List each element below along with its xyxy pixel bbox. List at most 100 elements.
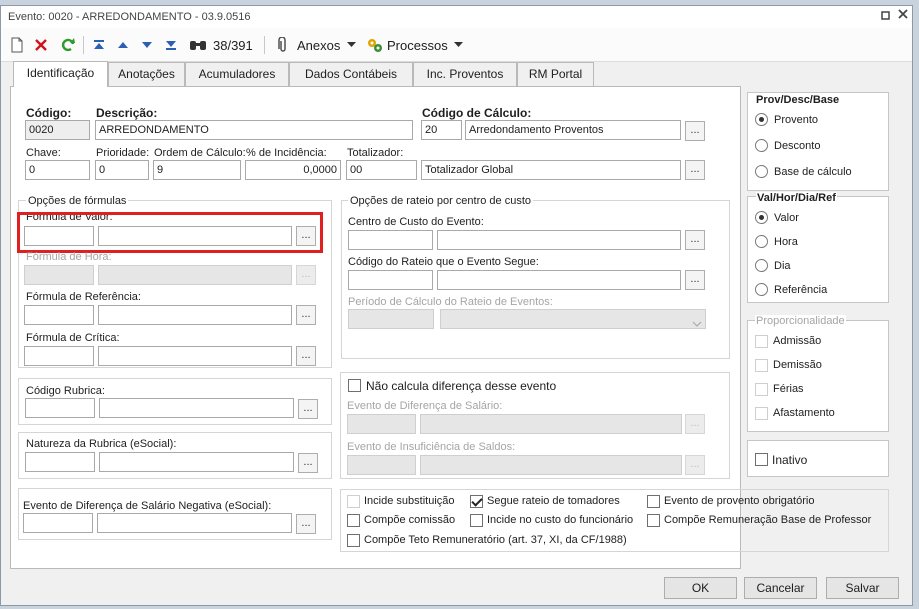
save-button[interactable]: Salvar — [826, 577, 899, 599]
chave-label: Chave: — [26, 147, 61, 159]
chave-field[interactable]: 0 — [25, 160, 90, 180]
referencia-label: Referência — [774, 284, 828, 296]
provento-radio[interactable] — [755, 113, 768, 126]
previous-record-icon[interactable] — [113, 34, 133, 56]
tab-identificacao[interactable]: Identificação — [13, 61, 108, 87]
delete-icon[interactable] — [31, 34, 51, 56]
prioridade-field[interactable]: 0 — [95, 160, 149, 180]
chevron-down-icon — [692, 316, 702, 330]
codigo-rateio-description-field[interactable] — [437, 270, 681, 290]
segue-rateio-checkbox[interactable] — [470, 495, 483, 508]
incide-custo-checkbox[interactable] — [470, 514, 483, 527]
cancel-button[interactable]: Cancelar — [744, 577, 817, 599]
centro-custo-description-field[interactable] — [437, 230, 681, 250]
ferias-checkbox — [755, 383, 768, 396]
evento-diferenca-negativa-code-field[interactable] — [23, 513, 93, 533]
compoe-remuneracao-label: Compõe Remuneração Base de Professor — [664, 514, 872, 526]
chevron-down-icon[interactable] — [452, 34, 464, 56]
desconto-label: Desconto — [774, 140, 821, 152]
demissao-label: Demissão — [773, 359, 822, 371]
new-document-icon[interactable] — [7, 34, 27, 56]
tab-acumuladores[interactable]: Acumuladores — [185, 62, 289, 86]
segue-rateio-label: Segue rateio de tomadores — [487, 495, 620, 507]
dia-radio[interactable] — [755, 259, 768, 272]
toolbar-separator — [83, 36, 84, 54]
ordem-calculo-field[interactable]: 9 — [153, 160, 241, 180]
evento-diferenca-negativa-lookup-button[interactable]: ... — [296, 514, 316, 534]
last-record-icon[interactable] — [161, 34, 181, 56]
valor-radio[interactable] — [755, 211, 768, 224]
restore-icon[interactable] — [881, 10, 891, 23]
codigo-calculo-lookup-button[interactable]: ... — [685, 121, 705, 141]
formula-critica-lookup-button[interactable]: ... — [296, 346, 316, 366]
gears-icon[interactable] — [365, 34, 385, 56]
binoculars-icon[interactable] — [187, 34, 209, 56]
periodo-rateio-label: Período de Cálculo do Rateio de Eventos: — [348, 296, 553, 308]
hora-radio[interactable] — [755, 235, 768, 248]
codigo-label: Código: — [26, 106, 72, 120]
ok-button[interactable]: OK — [664, 577, 737, 599]
evento-provento-obrigatorio-checkbox[interactable] — [647, 495, 660, 508]
totalizador-description: Totalizador Global — [421, 160, 681, 180]
first-record-icon[interactable] — [89, 34, 109, 56]
formula-referencia-code-field[interactable] — [24, 305, 94, 325]
chevron-down-icon[interactable] — [345, 34, 357, 56]
toolbar-separator — [264, 36, 265, 54]
refresh-icon[interactable] — [58, 34, 78, 56]
nao-calcula-diferenca-label: Não calcula diferença desse evento — [366, 379, 557, 393]
paperclip-icon[interactable] — [273, 34, 293, 56]
natureza-rubrica-label: Natureza da Rubrica (eSocial): — [26, 438, 177, 450]
tab-rm-portal[interactable]: RM Portal — [517, 62, 594, 86]
formulas-group-title: Opções de fórmulas — [26, 195, 129, 207]
codigo-rubrica-code-field[interactable] — [25, 398, 95, 418]
incidencia-field[interactable]: 0,0000 — [245, 160, 341, 180]
evento-insuficiencia-description-field — [420, 455, 682, 475]
formula-referencia-description-field[interactable] — [98, 305, 292, 325]
totalizador-lookup-button[interactable]: ... — [685, 160, 705, 180]
compoe-comissao-checkbox[interactable] — [347, 514, 360, 527]
centro-custo-lookup-button[interactable]: ... — [685, 230, 705, 250]
codigo-rubrica-lookup-button[interactable]: ... — [298, 399, 318, 419]
compoe-remuneracao-checkbox[interactable] — [647, 514, 660, 527]
evento-diferenca-negativa-description-field[interactable] — [97, 513, 292, 533]
desconto-radio[interactable] — [755, 139, 768, 152]
formula-hora-label: Fórmula de Hora: — [26, 251, 112, 263]
tab-anotacoes[interactable]: Anotações — [108, 62, 185, 86]
periodo-rateio-select — [440, 309, 706, 329]
val-hora-dia-ref-title: Val/Hor/Dia/Ref — [756, 192, 837, 204]
base-calculo-radio[interactable] — [755, 165, 768, 178]
totalizador-field[interactable]: 00 — [346, 160, 417, 180]
descricao-label: Descrição: — [96, 106, 158, 120]
processes-menu[interactable]: Processos — [387, 38, 448, 53]
codigo-rubrica-description-field[interactable] — [99, 398, 294, 418]
formula-referencia-lookup-button[interactable]: ... — [296, 305, 316, 325]
demissao-checkbox — [755, 359, 768, 372]
codigo-field[interactable]: 0020 — [25, 120, 90, 140]
referencia-radio[interactable] — [755, 283, 768, 296]
evento-diferenca-salario-lookup-button: ... — [685, 414, 705, 434]
valor-label: Valor — [774, 212, 799, 224]
tab-dados-contabeis[interactable]: Dados Contábeis — [289, 62, 413, 86]
formula-critica-code-field[interactable] — [24, 346, 94, 366]
codigo-rateio-lookup-button[interactable]: ... — [685, 270, 705, 290]
formula-critica-description-field[interactable] — [98, 346, 292, 366]
descricao-field[interactable]: ARREDONDAMENTO — [95, 120, 413, 140]
close-icon[interactable] — [898, 9, 908, 22]
formula-hora-code-field — [24, 265, 94, 285]
codigo-calculo-label: Código de Cálculo: — [422, 106, 532, 120]
codigo-rateio-code-field[interactable] — [348, 270, 433, 290]
tab-inc-proventos[interactable]: Inc. Proventos — [413, 62, 517, 86]
codigo-calculo-field[interactable]: 20 — [421, 120, 462, 140]
centro-custo-label: Centro de Custo do Evento: — [348, 216, 484, 228]
nao-calcula-diferenca-checkbox[interactable] — [348, 379, 361, 392]
centro-custo-code-field[interactable] — [348, 230, 433, 250]
natureza-rubrica-description-field[interactable] — [99, 452, 294, 472]
inativo-checkbox[interactable] — [755, 453, 768, 466]
natureza-rubrica-lookup-button[interactable]: ... — [298, 453, 318, 473]
ordem-calculo-label: Ordem de Cálculo: — [154, 147, 246, 159]
attachments-menu[interactable]: Anexos — [297, 38, 340, 53]
formula-hora-description-field — [98, 265, 292, 285]
next-record-icon[interactable] — [137, 34, 157, 56]
compoe-teto-checkbox[interactable] — [347, 534, 360, 547]
natureza-rubrica-code-field[interactable] — [25, 452, 95, 472]
